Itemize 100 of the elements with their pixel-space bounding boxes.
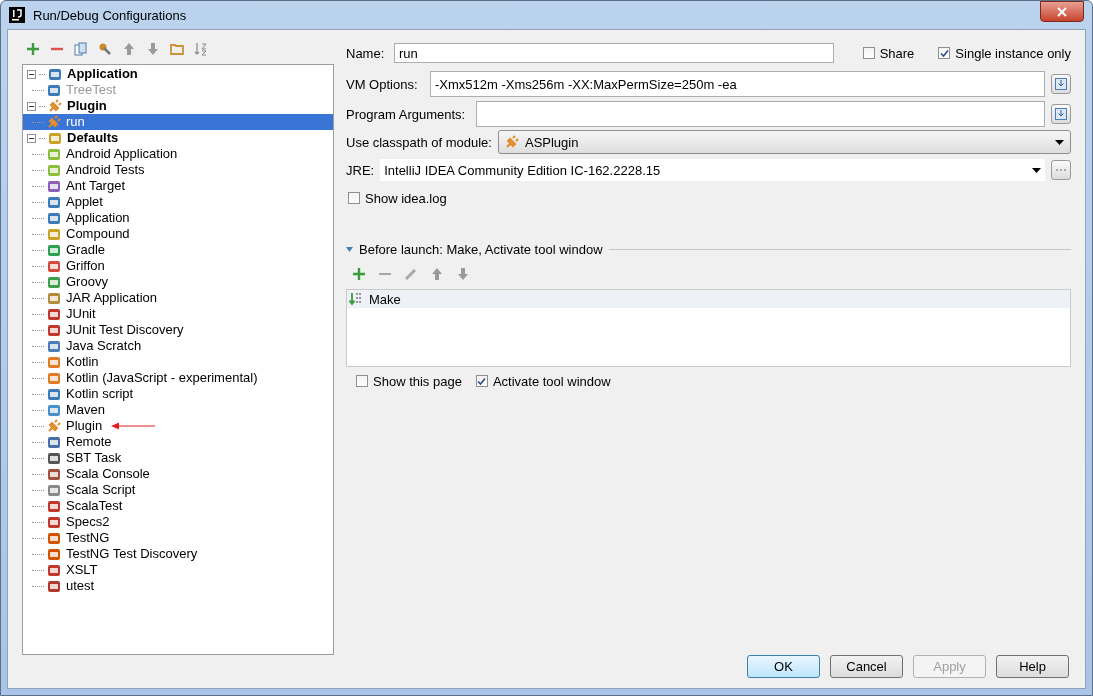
expand-field-button[interactable] xyxy=(1051,74,1071,94)
field-label: JRE: xyxy=(346,162,375,178)
config-type-icon xyxy=(47,83,61,97)
field-label: Name: xyxy=(346,45,386,61)
tree-item[interactable]: TestNG xyxy=(64,530,112,546)
tree-item[interactable]: SBT Task xyxy=(64,450,124,466)
config-type-icon xyxy=(47,531,61,545)
checkbox-label: Activate tool window xyxy=(492,373,611,389)
add-icon[interactable] xyxy=(352,267,366,281)
tree-item[interactable]: utest xyxy=(64,578,97,594)
tree-item[interactable]: JUnit xyxy=(64,306,98,322)
config-type-icon xyxy=(47,147,61,161)
config-type-icon xyxy=(47,499,61,513)
checkbox[interactable] xyxy=(938,47,951,59)
add-icon[interactable] xyxy=(26,42,40,56)
move-up-icon[interactable] xyxy=(122,42,136,56)
config-type-icon xyxy=(47,323,61,337)
plug-icon xyxy=(47,419,61,433)
config-type-icon xyxy=(47,275,61,289)
expander-icon[interactable] xyxy=(27,133,36,143)
tree-item[interactable]: JUnit Test Discovery xyxy=(64,322,186,338)
expand-field-button[interactable] xyxy=(1051,104,1071,124)
tree-item[interactable]: Griffon xyxy=(64,258,107,274)
config-type-icon xyxy=(47,403,61,417)
tree-group[interactable]: Plugin xyxy=(65,98,109,114)
tree-item[interactable]: Android Application xyxy=(64,146,180,162)
checkbox[interactable] xyxy=(348,192,360,204)
copy-icon[interactable] xyxy=(74,42,88,56)
checkbox[interactable] xyxy=(356,375,368,387)
tree-item[interactable]: Remote xyxy=(64,434,114,450)
config-type-icon xyxy=(47,547,61,561)
checkbox[interactable] xyxy=(862,47,875,59)
tree-item[interactable]: Maven xyxy=(64,402,108,418)
config-type-icon xyxy=(47,387,61,401)
dialog-button[interactable]: Cancel xyxy=(830,655,903,678)
tree-item[interactable]: Scala Console xyxy=(64,466,152,482)
config-type-icon xyxy=(47,259,61,273)
config-type-icon xyxy=(47,451,61,465)
plug-icon xyxy=(47,115,61,129)
jre-dropdown[interactable]: IntelliJ IDEA Community Edition IC-162.2228.15 xyxy=(380,159,1045,181)
tree-item[interactable]: run xyxy=(64,114,87,130)
field-label: VM Options: xyxy=(346,76,419,92)
config-type-icon xyxy=(47,339,61,353)
tree-item[interactable]: Android Tests xyxy=(64,162,147,178)
tree-item[interactable]: Ant Target xyxy=(64,178,128,194)
tree-item[interactable]: Applet xyxy=(64,194,105,210)
caret-icon xyxy=(1032,167,1041,173)
tree-item[interactable]: Kotlin xyxy=(64,354,101,370)
tree-item[interactable]: Scala Script xyxy=(64,482,138,498)
caret-icon xyxy=(1055,139,1064,145)
tree-item[interactable]: Specs2 xyxy=(64,514,112,530)
program-arguments-field[interactable] xyxy=(476,101,1045,127)
plug-icon xyxy=(504,135,519,149)
config-type-icon xyxy=(47,163,61,177)
vm-options-field[interactable]: -Xmx512m -Xms256m -XX:MaxPermSize=250m -ea xyxy=(430,71,1045,97)
close-button[interactable] xyxy=(1040,1,1084,22)
tree-item[interactable]: Kotlin (JavaScript - experimental) xyxy=(64,370,260,386)
name-field[interactable]: run xyxy=(394,43,834,63)
tree-item[interactable]: Java Scratch xyxy=(64,338,144,354)
tree-item[interactable]: Application xyxy=(64,210,132,226)
wrench-icon[interactable] xyxy=(98,42,112,56)
config-type-icon xyxy=(47,579,61,593)
expander-icon[interactable] xyxy=(27,101,36,111)
pencil-icon[interactable] xyxy=(404,267,418,281)
tree-item[interactable]: JAR Application xyxy=(64,290,160,306)
app-logo-icon xyxy=(9,7,25,23)
collapse-icon[interactable] xyxy=(346,246,353,253)
module-dropdown[interactable]: ASPlugin xyxy=(497,130,1071,154)
config-type-icon xyxy=(47,371,61,385)
task-row[interactable]: Make xyxy=(347,290,1070,308)
browse-button[interactable] xyxy=(1051,160,1071,180)
config-type-icon xyxy=(47,515,61,529)
tree-item[interactable]: Plugin xyxy=(64,418,105,434)
tree-item[interactable]: Groovy xyxy=(64,274,110,290)
field-label: Program Arguments: xyxy=(346,106,467,122)
config-type-icon xyxy=(47,291,61,305)
tree-item[interactable]: Compound xyxy=(64,226,132,242)
sort-icon[interactable] xyxy=(194,42,208,56)
move-down-icon[interactable] xyxy=(456,267,470,281)
tree-item[interactable]: XSLT xyxy=(64,562,100,578)
tree-item[interactable]: ScalaTest xyxy=(64,498,125,514)
config-type-icon xyxy=(47,195,61,209)
tree-group[interactable]: Defaults xyxy=(65,130,121,146)
config-type-icon xyxy=(48,67,62,81)
tree-group[interactable]: Application xyxy=(65,66,140,82)
move-up-icon[interactable] xyxy=(430,267,444,281)
config-type-icon xyxy=(47,227,61,241)
dialog-button[interactable]: Help xyxy=(996,655,1069,678)
field-label: Use classpath of module: xyxy=(346,134,492,150)
config-type-icon xyxy=(47,435,61,449)
checkbox[interactable] xyxy=(475,375,488,387)
checkbox-label: Single instance only xyxy=(955,45,1071,61)
tree-item[interactable]: Kotlin script xyxy=(64,386,136,402)
move-down-icon[interactable] xyxy=(146,42,160,56)
folder-icon[interactable] xyxy=(170,42,184,56)
dialog-button[interactable]: OK xyxy=(747,655,820,678)
plug-icon xyxy=(48,99,62,113)
expander-icon[interactable] xyxy=(27,69,36,79)
tree-item[interactable]: Gradle xyxy=(64,242,108,258)
tree-item[interactable]: TestNG Test Discovery xyxy=(64,546,200,562)
